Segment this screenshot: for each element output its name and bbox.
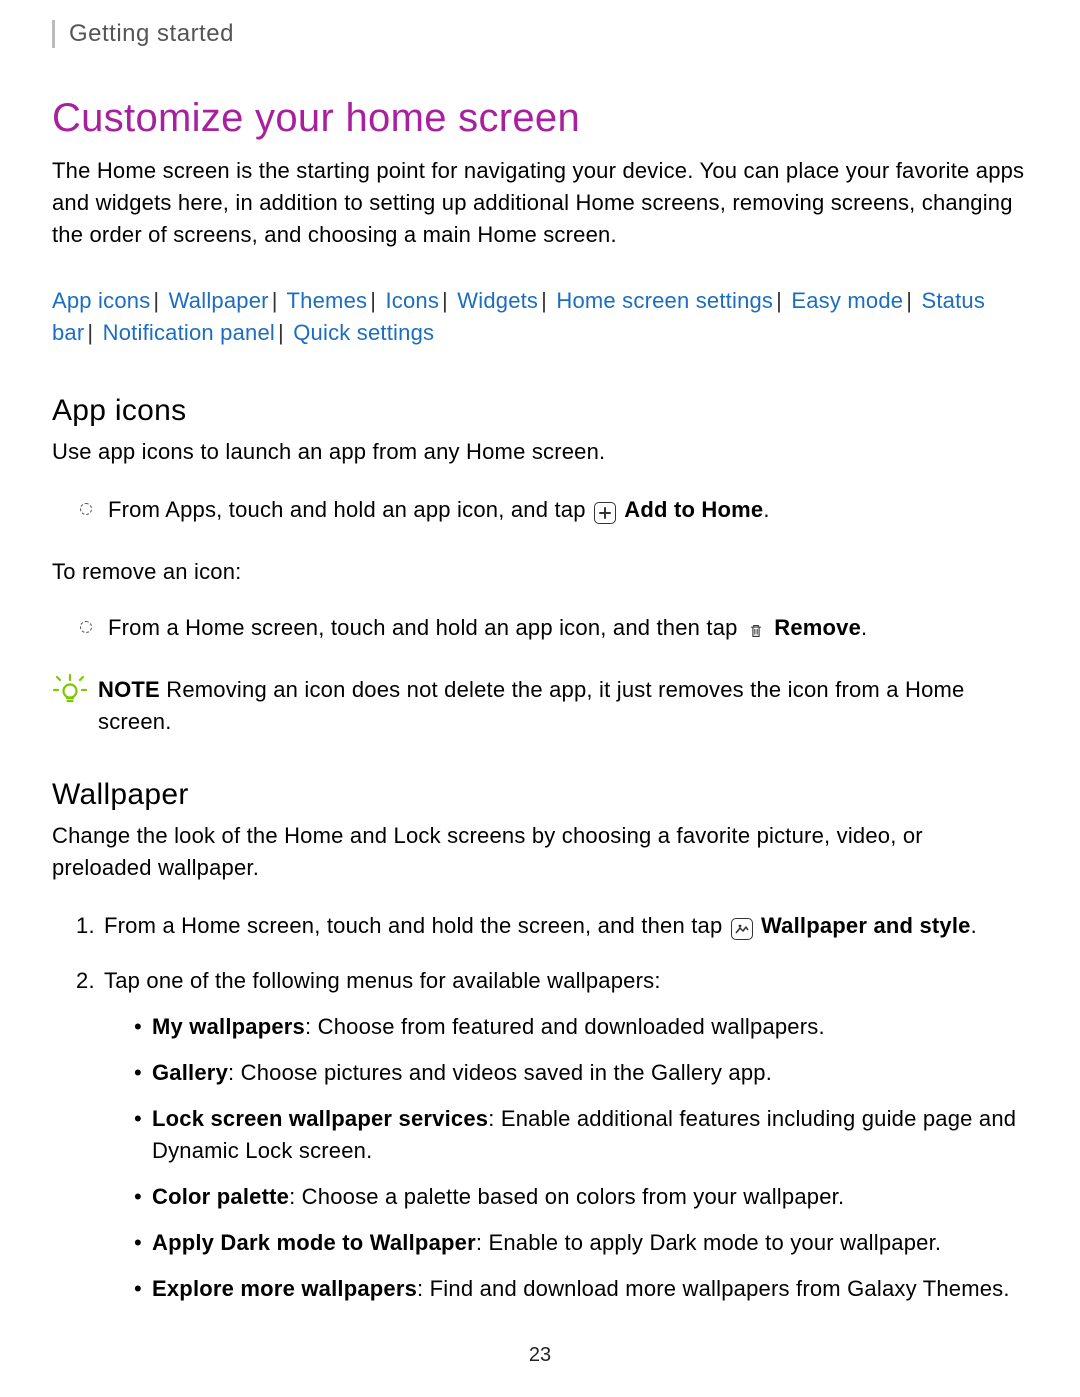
page-title: Customize your home screen (52, 96, 1028, 141)
option-bold: My wallpapers (152, 1014, 305, 1039)
toc-link-themes[interactable]: Themes (287, 288, 368, 313)
circle-bullet-icon (80, 503, 92, 515)
wallpaper-intro: Change the look of the Home and Lock scr… (52, 820, 1028, 884)
option-rest: : Choose from featured and downloaded wa… (305, 1014, 825, 1039)
list-item: Tap one of the following menus for avail… (82, 965, 1028, 1304)
app-icons-intro: Use app icons to launch an app from any … (52, 436, 1028, 468)
list-item: From Apps, touch and hold an app icon, a… (80, 494, 1028, 526)
period: . (763, 497, 769, 522)
breadcrumb: Getting started (52, 20, 1028, 48)
remove-trash-icon (746, 619, 766, 643)
remove-icon-intro: To remove an icon: (52, 556, 1028, 588)
step-text-pre: From a Home screen, touch and hold the s… (104, 913, 729, 938)
section-heading-wallpaper: Wallpaper (52, 778, 1028, 812)
option-bold: Apply Dark mode to Wallpaper (152, 1230, 476, 1255)
period: . (861, 615, 867, 640)
add-to-home-icon (594, 502, 616, 524)
toc-link-wallpaper[interactable]: Wallpaper (169, 288, 269, 313)
section-heading-app-icons: App icons (52, 394, 1028, 428)
option-bold: Gallery (152, 1060, 228, 1085)
toc-link-notification-panel[interactable]: Notification panel (103, 320, 275, 345)
list-item: Lock screen wallpaper services: Enable a… (134, 1103, 1028, 1167)
step-text-pre: From Apps, touch and hold an app icon, a… (108, 497, 592, 522)
toc-link-easy-mode[interactable]: Easy mode (791, 288, 903, 313)
option-bold: Lock screen wallpaper services (152, 1106, 488, 1131)
step-text-bold: Add to Home (624, 497, 763, 522)
option-rest: : Enable to apply Dark mode to your wall… (476, 1230, 941, 1255)
toc-link-home-screen-settings[interactable]: Home screen settings (556, 288, 773, 313)
option-bold: Color palette (152, 1184, 289, 1209)
option-rest: : Find and download more wallpapers from… (417, 1276, 1010, 1301)
list-item: My wallpapers: Choose from featured and … (134, 1011, 1028, 1043)
wallpaper-picture-icon (731, 918, 753, 940)
intro-paragraph: The Home screen is the starting point fo… (52, 155, 1028, 251)
step-text-bold: Remove (774, 615, 861, 640)
wallpaper-options: My wallpapers: Choose from featured and … (134, 1011, 1028, 1304)
circle-bullet-icon (80, 621, 92, 633)
list-item: Explore more wallpapers: Find and downlo… (134, 1273, 1028, 1305)
step-text-bold: Wallpaper and style (761, 913, 971, 938)
period: . (971, 913, 977, 938)
option-rest: : Choose a palette based on colors from … (289, 1184, 844, 1209)
wallpaper-steps: From a Home screen, touch and hold the s… (82, 910, 1028, 1305)
app-icons-step-list: From Apps, touch and hold an app icon, a… (80, 494, 1028, 526)
toc-link-app-icons[interactable]: App icons (52, 288, 150, 313)
list-item: Gallery: Choose pictures and videos save… (134, 1057, 1028, 1089)
toc-link-icons[interactable]: Icons (385, 288, 439, 313)
list-item: From a Home screen, touch and hold an ap… (80, 612, 1028, 644)
note-label: NOTE (98, 677, 160, 702)
option-rest: : Choose pictures and videos saved in th… (228, 1060, 772, 1085)
note-text: NOTE Removing an icon does not delete th… (98, 674, 1028, 738)
list-item: Color palette: Choose a palette based on… (134, 1181, 1028, 1213)
step-text: Tap one of the following menus for avail… (104, 968, 661, 993)
step-text: From Apps, touch and hold an app icon, a… (108, 494, 1028, 526)
list-item: From a Home screen, touch and hold the s… (82, 910, 1028, 942)
option-bold: Explore more wallpapers (152, 1276, 417, 1301)
note-block: NOTE Removing an icon does not delete th… (52, 674, 1028, 738)
toc-link-widgets[interactable]: Widgets (457, 288, 538, 313)
page-number: 23 (529, 1344, 551, 1367)
remove-step-list: From a Home screen, touch and hold an ap… (80, 612, 1028, 644)
note-body: Removing an icon does not delete the app… (98, 677, 964, 734)
step-text-pre: From a Home screen, touch and hold an ap… (108, 615, 744, 640)
list-item: Apply Dark mode to Wallpaper: Enable to … (134, 1227, 1028, 1259)
toc-links: App icons| Wallpaper| Themes| Icons| Wid… (52, 285, 1028, 349)
lightbulb-icon (52, 672, 88, 713)
step-text: From a Home screen, touch and hold an ap… (108, 612, 1028, 644)
toc-link-quick-settings[interactable]: Quick settings (293, 320, 434, 345)
